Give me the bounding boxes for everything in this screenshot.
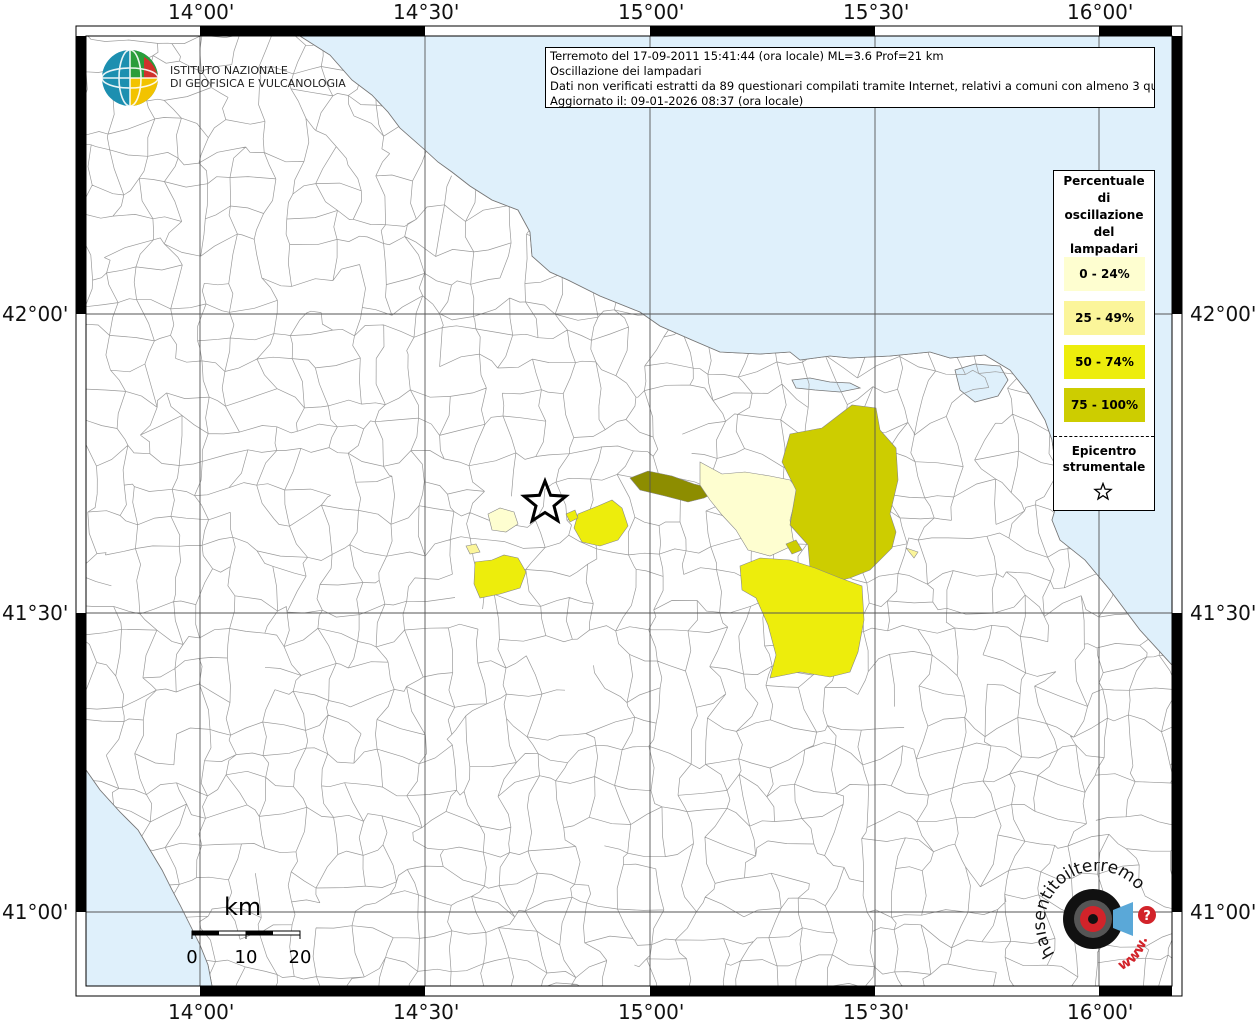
lon-label-top-14-00: 14°00' <box>168 0 235 24</box>
lon-label-bottom-14-30: 14°30' <box>393 1000 460 1024</box>
scale-tick-20: 20 <box>289 947 312 968</box>
legend-star-icon <box>1093 482 1113 501</box>
ingv-name-line1: ISTITUTO NAZIONALE <box>170 64 288 77</box>
legend-class-25-49: 25 - 49% <box>1064 301 1145 335</box>
lat-label-left-42-00: 42°00' <box>2 302 69 326</box>
legend-separator <box>1054 436 1154 437</box>
legend-title-line: di <box>1097 191 1111 205</box>
ingv-name-line2: DI GEOFISICA E VULCANOLOGIA <box>170 77 346 90</box>
lat-label-right-42-00: 42°00' <box>1190 302 1256 326</box>
lat-label-right-41-00: 41°00' <box>1190 900 1256 924</box>
lat-label-left-41-30: 41°30' <box>2 601 69 625</box>
scale-unit: km <box>224 893 261 921</box>
watermark-www: www. <box>1115 935 1151 974</box>
lon-label-top-14-30: 14°30' <box>393 0 460 24</box>
lat-label-right-41-30: 41°30' <box>1190 601 1256 625</box>
lon-label-top-16-00: 16°00' <box>1067 0 1134 24</box>
earthquake-title: Terremoto del 17-09-2011 15:41:44 (ora l… <box>550 49 944 63</box>
legend-class-0-24: 0 - 24% <box>1064 257 1145 291</box>
lon-label-bottom-15-30: 15°30' <box>843 1000 910 1024</box>
legend-epicenter-label: Epicentro strumentale <box>1054 443 1154 475</box>
data-note: Dati non verificati estratti da 89 quest… <box>550 79 1155 93</box>
legend-epicenter-line: Epicentro <box>1071 444 1137 458</box>
legend-class-50-74: 50 - 74% <box>1064 345 1145 379</box>
scale-bar: km 0 10 20 <box>186 890 316 974</box>
map-subject: Oscillazione dei lampadari <box>550 64 702 78</box>
legend-title-line: lampadari <box>1069 242 1139 256</box>
watermark-question: ? <box>1143 909 1151 924</box>
lon-label-top-15-30: 15°30' <box>843 0 910 24</box>
legend: Percentuale di oscillazione del lampadar… <box>1053 170 1155 511</box>
haisentitoilterremoto-logo: haisentitoilterremoto.it www. ? <box>1030 847 1165 981</box>
lon-label-bottom-15-00: 15°00' <box>618 1000 685 1024</box>
updated-at: Aggiornato il: 09-01-2026 08:37 (ora loc… <box>550 94 804 108</box>
legend-title-line: oscillazione <box>1064 208 1144 222</box>
legend-class-75-100: 75 - 100% <box>1064 388 1145 422</box>
legend-epicenter-line: strumentale <box>1062 460 1146 474</box>
lon-label-bottom-14-00: 14°00' <box>168 1000 235 1024</box>
legend-title-line: Percentuale <box>1063 174 1145 188</box>
lon-label-bottom-16-00: 16°00' <box>1067 1000 1134 1024</box>
legend-title: Percentuale di oscillazione del lampadar… <box>1054 173 1154 258</box>
ingv-logo <box>100 47 166 113</box>
ingv-name: ISTITUTO NAZIONALE DI GEOFISICA E VULCAN… <box>170 64 346 90</box>
scale-tick-0: 0 <box>186 947 197 968</box>
lon-label-top-15-00: 15°00' <box>618 0 685 24</box>
scale-tick-10: 10 <box>235 947 258 968</box>
legend-title-line: del <box>1093 225 1115 239</box>
earthquake-info-box: Terremoto del 17-09-2011 15:41:44 (ora l… <box>545 47 1155 108</box>
lat-label-left-41-00: 41°00' <box>2 900 69 924</box>
